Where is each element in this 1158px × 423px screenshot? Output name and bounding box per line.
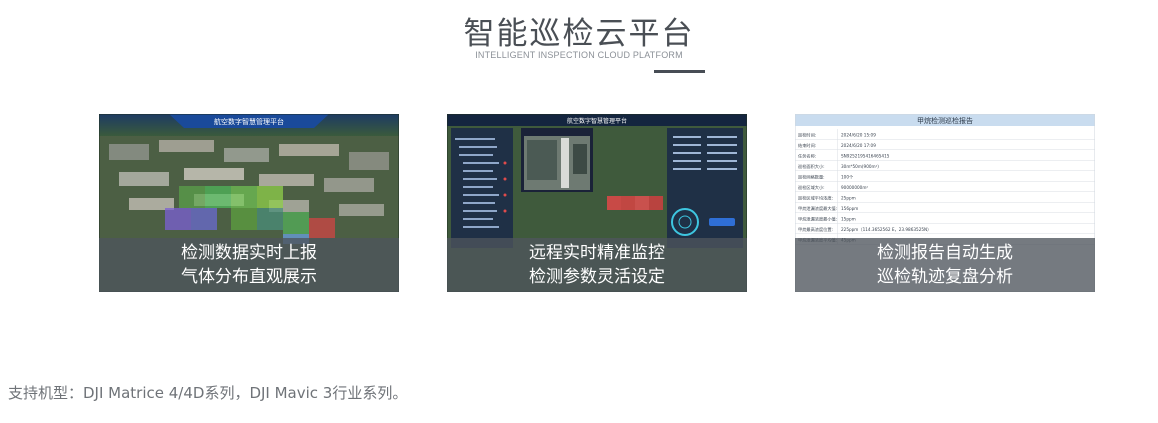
report-col-divider (837, 129, 838, 140)
report-row-divider (795, 139, 1095, 140)
report-row-label: 任务名称: (798, 153, 816, 160)
report-row-divider (795, 202, 1095, 203)
report-row-label: 巡检时间: (798, 132, 816, 139)
report-row-divider (795, 149, 1095, 150)
report-row-value: 15ppm (841, 217, 856, 222)
report-row-divider (795, 233, 1095, 234)
report-row-divider (795, 181, 1095, 182)
feature-card-report[interactable]: 甲烷检测巡检报告 巡检时间: 2024/6/20 15:09 结束时间: 2024/6… (795, 114, 1095, 292)
report-row-label: 巡检区域平均浓度: (798, 195, 833, 202)
report-row-divider (795, 223, 1095, 224)
report-row-value: 2024/6/20 17:09 (841, 143, 876, 148)
report-col-divider (837, 192, 838, 203)
feature-cards: 航空数字智慧管理平台 检测数据实时上报 气体分布直观展示 航空数字智慧管理平台 … (0, 114, 1158, 294)
page-title: 智能巡检云平台 (463, 16, 695, 52)
title-underline (654, 70, 705, 73)
report-row-value: 90000000m² (841, 185, 868, 190)
report-row-divider (795, 160, 1095, 161)
report-row-label: 甲烷泄漏浓度最小值: (798, 216, 837, 223)
report-col-divider (837, 139, 838, 150)
report-row-divider (795, 191, 1095, 192)
card-caption: 检测报告自动生成 巡检轨迹复盘分析 (795, 238, 1095, 292)
supported-models-note: 支持机型：DJI Matrice 4/4D系列，DJI Mavic 3行业系列。 (8, 384, 408, 402)
caption-line-1: 检测数据实时上报 (181, 243, 317, 263)
caption-line-1: 检测报告自动生成 (877, 243, 1013, 263)
feature-card-data-report[interactable]: 航空数字智慧管理平台 检测数据实时上报 气体分布直观展示 (99, 114, 399, 292)
report-row-value: 25ppm (841, 196, 856, 201)
report-row-value: 100个 (841, 175, 854, 180)
report-row-label: 巡检网格数量: (798, 174, 825, 181)
report-row-value: 30m*50m(900m²) (841, 164, 879, 169)
dashboard-screen-title: 航空数字智慧管理平台 (567, 117, 627, 125)
report-col-divider (837, 181, 838, 192)
report-col-divider (837, 223, 838, 234)
report-row-label: 结束时间: (798, 142, 816, 149)
feature-card-remote-monitor[interactable]: 航空数字智慧管理平台 远程实时精准监控 检测参数灵活设定 (447, 114, 747, 292)
report-col-divider (837, 171, 838, 182)
report-row-divider (795, 212, 1095, 213)
report-title: 甲烷检测巡检报告 (917, 116, 973, 125)
caption-line-2: 检测参数灵活设定 (529, 267, 665, 287)
report-row-label: 甲烷最高浓度位置: (798, 226, 833, 233)
caption-line-1: 远程实时精准监控 (529, 243, 665, 263)
caption-line-2: 巡检轨迹复盘分析 (877, 267, 1013, 287)
report-row-label: 巡检区域大小: (798, 184, 825, 191)
report-row-label: 甲烷泄漏浓度最大值: (798, 205, 837, 212)
card-caption: 检测数据实时上报 气体分布直观展示 (99, 238, 399, 292)
report-row-label: 巡检面积大小: (798, 163, 825, 170)
map-screen-title: 航空数字智慧管理平台 (214, 117, 284, 126)
report-row-divider (795, 170, 1095, 171)
report-row-value: 156ppm (841, 206, 858, 211)
report-col-divider (837, 150, 838, 161)
report-col-divider (837, 160, 838, 171)
page-subtitle: INTELLIGENT INSPECTION CLOUD PLATFORM (475, 50, 683, 60)
report-row-value: SN9252195416465415 (841, 154, 890, 159)
caption-line-2: 气体分布直观展示 (181, 267, 317, 287)
card-caption: 远程实时精准监控 检测参数灵活设定 (447, 238, 747, 292)
report-row-value: 2024/6/20 15:09 (841, 133, 876, 138)
